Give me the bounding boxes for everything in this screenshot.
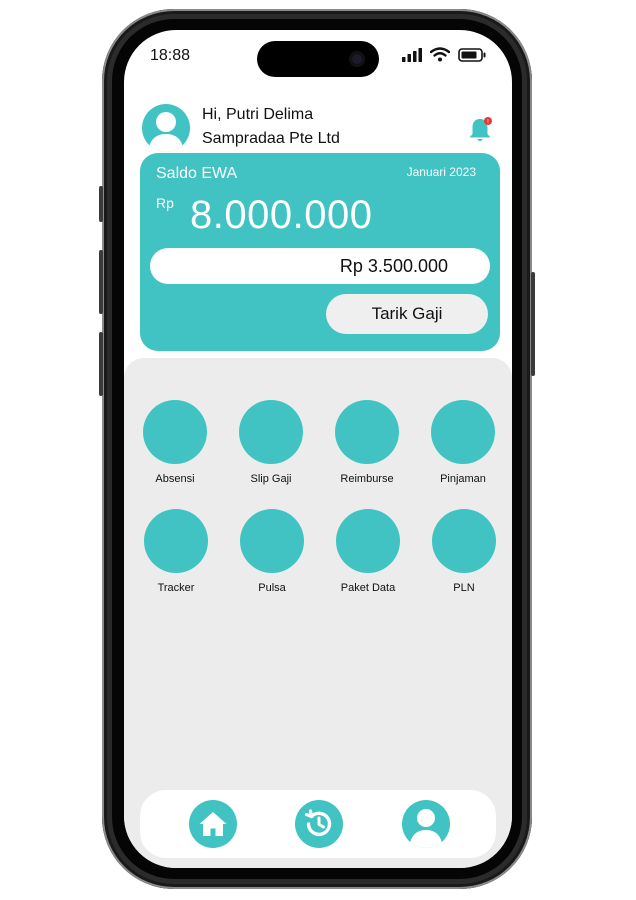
dynamic-island	[257, 41, 379, 77]
menu-item-pln[interactable]: PLN	[416, 509, 512, 594]
menu-item-absensi[interactable]: Absensi	[127, 400, 223, 485]
menu-item-pulsa[interactable]: Pulsa	[224, 509, 320, 594]
nav-history-button[interactable]	[295, 800, 343, 848]
menu-item-slip-gaji[interactable]: Slip Gaji	[223, 400, 319, 485]
pln-icon	[432, 509, 496, 573]
slip-gaji-icon	[239, 400, 303, 464]
signal-icon	[402, 47, 422, 62]
menu-item-tracker[interactable]: Tracker	[128, 509, 224, 594]
nav-profile-button[interactable]	[402, 800, 450, 848]
profile-icon	[409, 809, 443, 848]
user-greeting: Hi, Putri Delima	[202, 106, 314, 123]
available-amount: Rp 3.500.000	[150, 248, 490, 284]
absensi-icon	[143, 400, 207, 464]
volume-down-button	[99, 332, 103, 396]
home-icon	[199, 812, 227, 836]
menu-label: Absensi	[155, 473, 195, 485]
pinjaman-icon	[431, 400, 495, 464]
avatar[interactable]	[142, 104, 190, 152]
menu-item-paket-data[interactable]: Paket Data	[320, 509, 416, 594]
pulsa-icon	[240, 509, 304, 573]
reimburse-icon	[335, 400, 399, 464]
menu-label: Slip Gaji	[250, 473, 292, 485]
action-button	[99, 186, 103, 222]
camera-icon	[349, 51, 365, 67]
battery-icon	[458, 47, 486, 62]
balance-currency: Rp	[156, 195, 174, 211]
notification-bell-icon[interactable]: !	[466, 116, 494, 144]
history-icon	[304, 809, 332, 837]
tracker-icon	[144, 509, 208, 573]
wifi-icon	[430, 47, 450, 62]
menu-label: Pinjaman	[440, 473, 486, 485]
balance-amount: 8.000.000	[190, 193, 373, 237]
menu-label: Reimburse	[340, 473, 394, 485]
company-name: Sampradaa Pte Ltd	[202, 130, 340, 147]
user-icon	[148, 112, 184, 152]
bottom-nav	[140, 790, 496, 858]
volume-up-button	[99, 250, 103, 314]
menu-label: PLN	[453, 582, 475, 594]
power-button	[531, 272, 535, 376]
menu-item-reimburse[interactable]: Reimburse	[319, 400, 415, 485]
status-icons	[402, 47, 486, 62]
balance-period: Januari 2023	[406, 165, 476, 179]
paket-data-icon	[336, 509, 400, 573]
status-time: 18:88	[150, 47, 191, 64]
menu-item-pinjaman[interactable]: Pinjaman	[415, 400, 511, 485]
withdraw-button[interactable]: Tarik Gaji	[326, 294, 488, 334]
menu-label: Pulsa	[258, 582, 286, 594]
menu-label: Tracker	[157, 582, 195, 594]
screen: 18:88 Hi, Putri Delima Sampradaa Pte Ltd	[124, 30, 512, 868]
balance-card: Saldo EWA Januari 2023 Rp 8.000.000 Rp 3…	[140, 153, 500, 351]
menu-label: Paket Data	[340, 582, 396, 594]
balance-title: Saldo EWA	[156, 165, 238, 182]
nav-home-button[interactable]	[189, 800, 237, 848]
